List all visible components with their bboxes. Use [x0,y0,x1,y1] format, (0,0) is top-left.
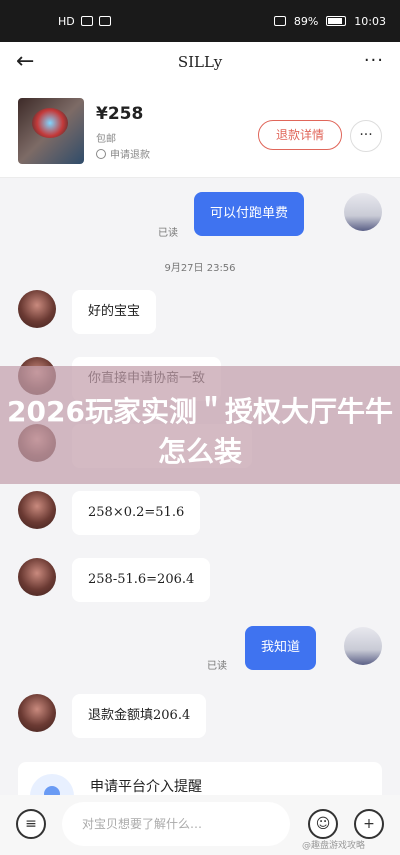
message-bubble[interactable]: 258-51.6=206.4 [72,558,211,602]
shipping-label: 包邮 [96,134,116,145]
status-bar: HD 89% 10:03 [0,0,400,42]
clock-icon [96,148,106,159]
avatar[interactable] [18,290,56,328]
message-timestamp: 9月27日 23:56 [164,263,236,274]
message-bubble[interactable]: 258×0.2=51.6 [72,491,201,535]
chat-title: SILLy [177,53,223,71]
message-input[interactable]: 对宝贝想要了解什么… [62,802,290,846]
read-receipt: 已读 [207,661,227,672]
signal-icon [80,16,93,26]
more-button[interactable]: ··· [364,50,384,71]
overlay-banner-text: 2026玩家实测＂授权大厅牛牛怎么装 [7,395,393,468]
order-card: ¥258 包邮 申请退款 退款详情 ··· [0,82,400,178]
wifi-icon [98,16,111,26]
product-image[interactable] [18,98,84,164]
status-time: 10:03 [354,14,386,28]
emoji-icon: ☺ [315,816,331,832]
watermark: @趣盘游戏攻略 [302,841,366,851]
avatar[interactable] [344,193,382,231]
menu-icon: ≡ [25,816,37,832]
refund-detail-button[interactable]: 退款详情 [258,120,342,150]
more-icon: ··· [363,50,384,71]
emoji-button[interactable]: ☺ [308,809,338,839]
order-menu-button[interactable]: ··· [350,120,382,152]
read-receipt: 已读 [158,228,178,239]
message-bubble[interactable]: 可以付跑单费 [194,192,305,236]
plus-icon: + [363,816,375,832]
order-price: ¥258 [96,104,144,124]
refund-status-label: 申请退款 [110,150,150,161]
bluetooth-icon [273,16,286,26]
message-bubble[interactable]: 我知道 [245,626,317,670]
chat-header: ← SILLy ··· [0,42,400,82]
refund-status: 申请退款 [96,146,150,161]
message-bubble[interactable]: 退款金额填206.4 [72,694,207,738]
battery-icon [326,16,347,26]
avatar[interactable] [18,491,56,529]
card-title: 申请平台介入提醒 [90,779,202,795]
avatar[interactable] [344,627,382,665]
avatar[interactable] [18,694,56,732]
plus-button[interactable]: + [354,809,384,839]
battery-percent: 89% [293,14,319,28]
hd-indicator: HD [58,14,75,28]
avatar[interactable] [18,558,56,596]
message-bubble[interactable]: 好的宝宝 [72,290,157,334]
menu-button[interactable]: ≡ [16,809,46,839]
